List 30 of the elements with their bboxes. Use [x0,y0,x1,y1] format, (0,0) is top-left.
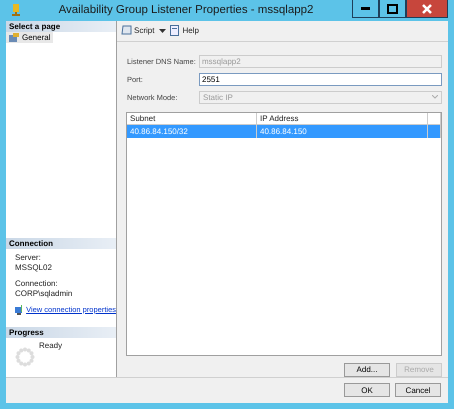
cancel-button[interactable]: Cancel [395,383,441,398]
ok-button[interactable]: OK [344,383,390,398]
window-title: Availability Group Listener Properties - mssqlapp2 [58,4,314,16]
section-header: Select a page [6,20,116,32]
connection-user: CORP\sqladmin [15,288,74,299]
server-label: Server: [15,252,42,263]
connection-icon [15,304,22,315]
maximize-button[interactable] [379,0,406,18]
server-icon [12,4,20,16]
sidebar-item[interactable]: General [6,32,54,43]
script-icon [121,25,132,36]
server-name: MSSQL02 [15,262,53,273]
help-button[interactable]: Help [170,25,199,36]
minimize-icon [361,7,370,10]
section-header: Connection [6,238,116,249]
maximize-icon [387,4,398,14]
caret-icon [159,28,166,33]
table-cell[interactable] [428,124,441,138]
port-field[interactable]: 2551 [199,72,442,86]
section-header: Progress [6,326,116,338]
script-button[interactable]: Script [121,25,166,36]
close-button[interactable] [406,0,448,18]
add-button[interactable]: Add... [344,362,390,377]
status-text: Ready [39,340,62,352]
spinner-icon [15,346,35,367]
page-icon [9,32,19,42]
minimize-button[interactable] [352,0,379,18]
close-icon [422,4,432,14]
help-icon [170,25,180,36]
connection-label: Connection: [15,278,59,289]
